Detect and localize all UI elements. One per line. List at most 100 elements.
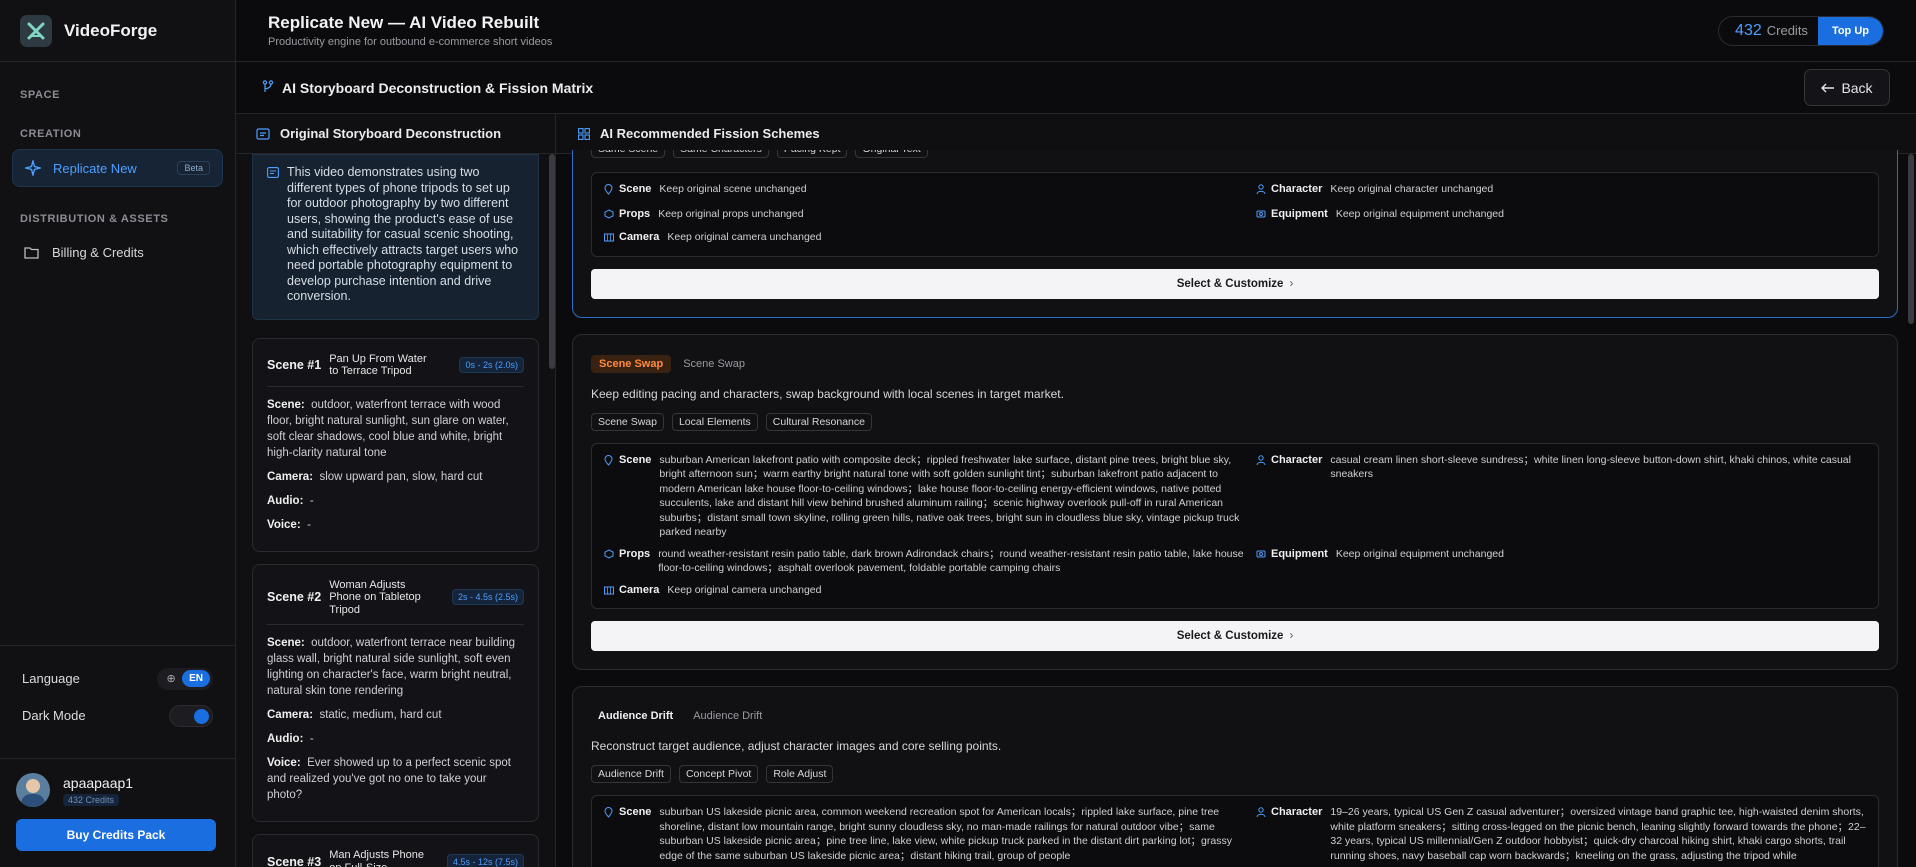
- detail-value: suburban American lakefront patio with c…: [659, 453, 1240, 539]
- scene-card[interactable]: Scene #2 Woman Adjusts Phone on Tabletop…: [252, 563, 539, 822]
- detail-equipment: Equipment Keep original equipment unchan…: [1256, 207, 1866, 224]
- detail-label: Props: [619, 207, 651, 220]
- detail-value: suburban US lakeside picnic area, common…: [659, 806, 1232, 862]
- avatar: [16, 773, 50, 807]
- tag: Audience Drift: [591, 765, 671, 783]
- app-root: VideoForge SPACE CREATION Replicate New …: [0, 0, 1916, 867]
- scheme-card-audience-drift[interactable]: Audience Drift Audience Drift Reconstruc…: [572, 686, 1898, 867]
- scheme-card-original[interactable]: Same Scene Same Characters Pacing Kept O…: [572, 150, 1898, 318]
- scheme-header: Audience Drift Audience Drift: [591, 687, 1879, 725]
- tag: Concept Pivot: [678, 765, 759, 783]
- language-label: Language: [22, 671, 80, 686]
- scene-audio: Audio: -: [267, 733, 314, 745]
- select-label: Select & Customize: [1176, 277, 1284, 290]
- tag: Original Text: [855, 150, 928, 158]
- scene-time-badge: 0s - 2s (2.0s): [459, 357, 524, 373]
- chevron-right-icon: ›: [1289, 277, 1294, 290]
- tag: Role Adjust: [766, 765, 834, 783]
- scheme-tags: Same Scene Same Characters Pacing Kept O…: [591, 150, 1879, 158]
- credits-value: 432: [1735, 21, 1762, 39]
- sidebar-item-replicate-new[interactable]: Replicate New Beta: [12, 149, 223, 187]
- kv-label: Audio: [267, 733, 300, 745]
- scheme-badge: Audience Drift: [598, 710, 674, 722]
- back-label: Back: [1841, 79, 1873, 96]
- location-pin-icon: [604, 805, 619, 863]
- language-row: Language ⊕ EN: [0, 660, 235, 697]
- sidebar-item-billing[interactable]: Billing & Credits: [12, 233, 223, 271]
- scene-card[interactable]: Scene #3 Man Adjusts Phone on Full-Size …: [252, 834, 539, 867]
- summary-icon: [267, 165, 279, 305]
- person-icon: [1256, 182, 1271, 200]
- select-customize-button[interactable]: Select & Customize ›: [591, 268, 1879, 299]
- darkmode-label: Dark Mode: [22, 708, 86, 723]
- props-icon: [604, 547, 619, 576]
- storyboard-summary: This video demonstrates using two differ…: [252, 154, 539, 320]
- tag: Cultural Resonance: [765, 412, 872, 431]
- globe-icon: ⊕: [166, 673, 176, 685]
- language-switch[interactable]: ⊕ EN: [157, 667, 213, 690]
- preferences: Language ⊕ EN Dark Mode: [0, 645, 235, 734]
- section-title: AI Storyboard Deconstruction & Fission M…: [282, 79, 594, 96]
- scheme-badge: Scene Swap: [591, 354, 672, 373]
- scheme-badge-sub: Audience Drift: [693, 710, 763, 722]
- detail-label: Equipment: [1271, 547, 1328, 560]
- kv-label: Voice: [267, 757, 297, 769]
- scene-voice: Voice: Ever showed up to a perfect sceni…: [267, 757, 511, 801]
- user-box: apaapaap1 432 Credits Buy Credits Pack: [0, 758, 235, 851]
- detail-label: Camera: [619, 583, 660, 596]
- detail-character: Character 19–26 years, typical US Gen Z …: [1256, 805, 1866, 863]
- sparkle-icon: [25, 160, 43, 176]
- original-storyboard-panel: Original Storyboard Deconstruction This …: [236, 114, 556, 867]
- detail-value: casual cream linen short-sleeve sundress…: [1330, 453, 1851, 481]
- scheme-card-scene-swap[interactable]: Scene Swap Scene Swap Keep editing pacin…: [572, 333, 1898, 670]
- scene-description: Scene: outdoor, waterfront terrace with …: [267, 398, 509, 459]
- scene-title: Pan Up From Water to Terrace Tripod: [329, 352, 427, 378]
- detail-label: Scene: [619, 806, 652, 818]
- left-scrollbar[interactable]: [549, 154, 555, 369]
- detail-label: Character: [1271, 806, 1323, 818]
- detail-scene: Scene Keep original scene unchanged: [604, 182, 1244, 200]
- detail-camera: Camera Keep original camera unchanged: [604, 583, 1244, 600]
- scheme-description: Reconstruct target audience, adjust char…: [591, 739, 1002, 753]
- person-icon: [1256, 805, 1271, 863]
- section-space: SPACE: [20, 89, 61, 101]
- scene-header: Scene #2 Woman Adjusts Phone on Tabletop…: [267, 579, 524, 625]
- sidebar-item-label: Billing & Credits: [52, 244, 144, 260]
- brand-logo-icon: [20, 14, 52, 47]
- scene-number: Scene #1: [267, 358, 322, 372]
- language-value: EN: [182, 670, 210, 687]
- scene-camera: Camera: static, medium, hard cut: [267, 709, 442, 721]
- tag: Same Characters: [673, 150, 769, 158]
- detail-label: Scene: [619, 453, 652, 466]
- back-button[interactable]: Back: [1804, 69, 1890, 106]
- scene-time-badge: 4.5s - 12s (7.5s): [446, 853, 524, 867]
- kv-label: Audio: [267, 494, 300, 507]
- select-customize-button[interactable]: Select & Customize ›: [591, 621, 1879, 651]
- toggle-knob: [194, 708, 209, 724]
- scheme-detail: Scene suburban US lakeside picnic area, …: [591, 795, 1879, 867]
- location-pin-icon: [604, 182, 619, 200]
- equipment-icon: [1256, 547, 1271, 576]
- scene-camera: Camera: slow upward pan, slow, hard cut: [267, 470, 483, 483]
- camera-icon: [604, 230, 619, 247]
- scene-voice: Voice: -: [267, 518, 311, 531]
- scene-card[interactable]: Scene #1 Pan Up From Water to Terrace Tr…: [252, 337, 539, 552]
- right-panel-title: AI Recommended Fission Schemes: [600, 126, 820, 141]
- kv-value: -: [307, 518, 311, 531]
- user-profile[interactable]: apaapaap1 432 Credits: [16, 773, 219, 807]
- storyboard-icon: [256, 127, 270, 140]
- kv-value: slow upward pan, slow, hard cut: [319, 470, 483, 483]
- right-scrollbar[interactable]: [1908, 154, 1914, 324]
- credits-pill: 432 Credits Top Up: [1718, 15, 1884, 46]
- top-up-button[interactable]: Top Up: [1817, 16, 1883, 45]
- detail-label: Equipment: [1271, 207, 1328, 220]
- kv-label: Camera: [267, 709, 310, 721]
- detail-value: Keep original scene unchanged: [659, 183, 807, 195]
- kv-value: Ever showed up to a perfect scenic spot …: [267, 757, 511, 801]
- darkmode-toggle[interactable]: [169, 704, 213, 727]
- brand[interactable]: VideoForge: [0, 0, 235, 62]
- detail-props: Props round weather-resistant resin pati…: [604, 547, 1244, 576]
- right-panel-header: AI Recommended Fission Schemes: [556, 114, 1916, 154]
- buy-credits-button[interactable]: Buy Credits Pack: [16, 819, 216, 851]
- darkmode-row: Dark Mode: [0, 697, 235, 734]
